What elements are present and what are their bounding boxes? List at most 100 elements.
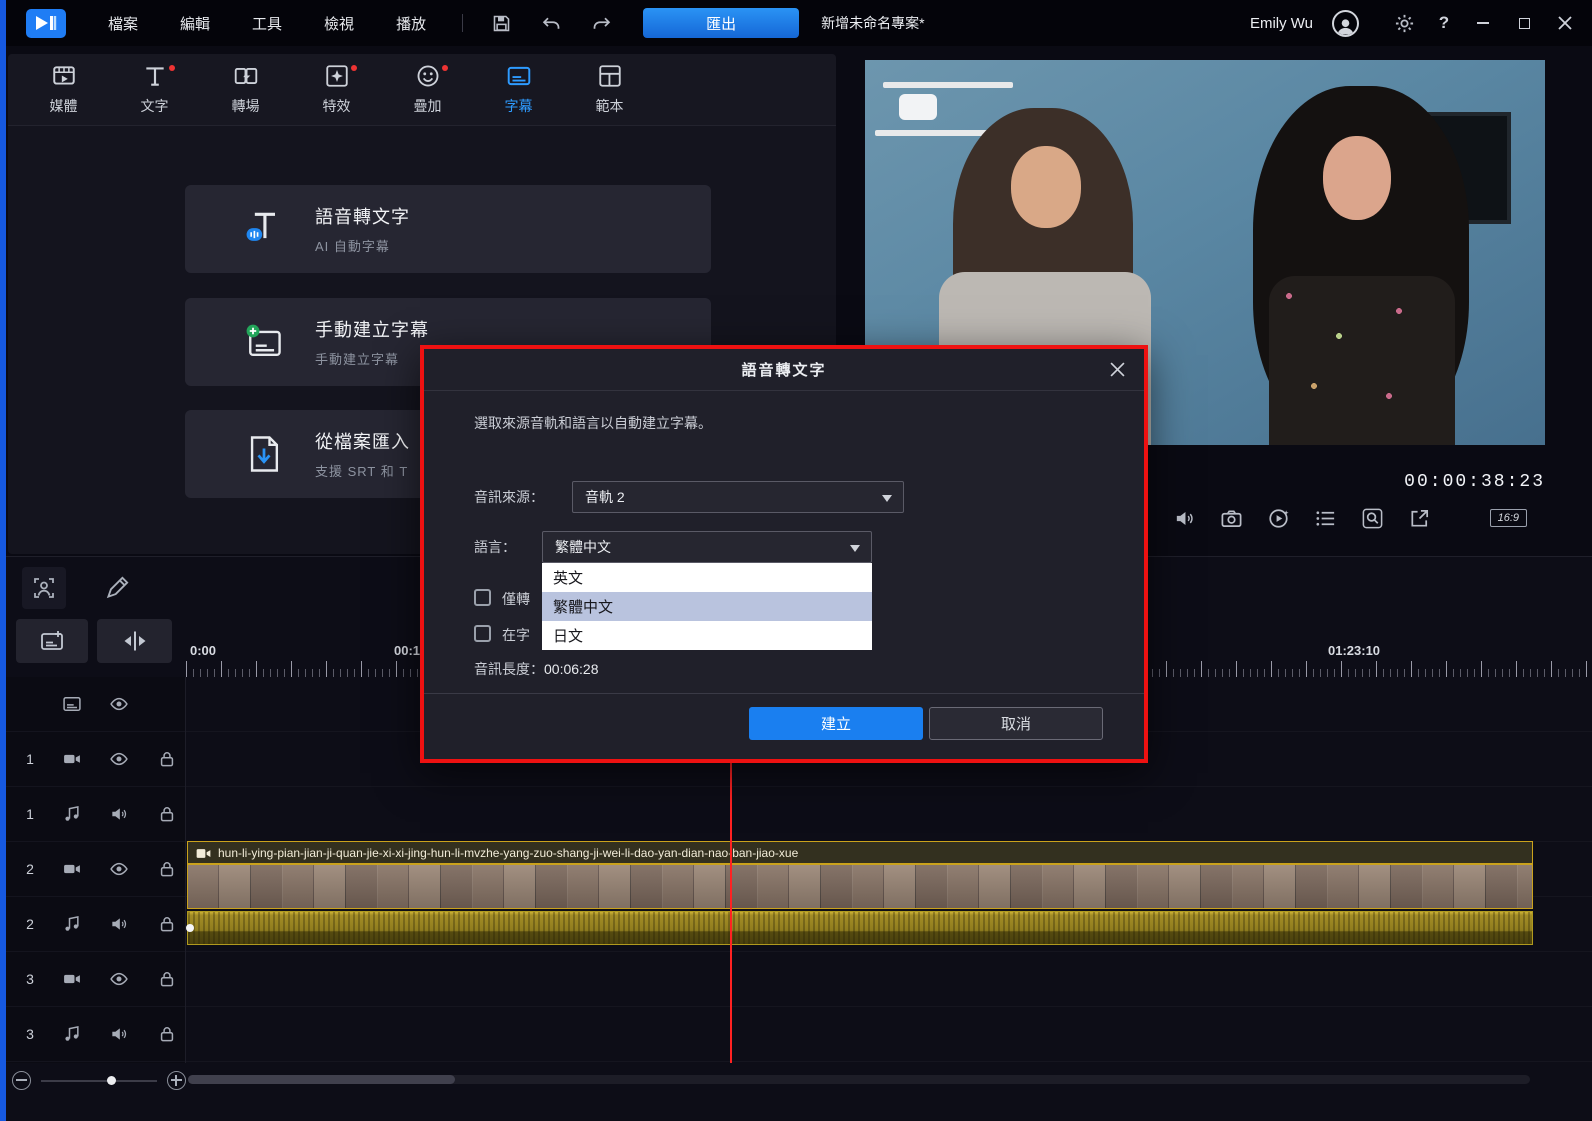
tab-label: 媒體 xyxy=(50,96,78,116)
language-option-traditional-chinese[interactable]: 繁體中文 xyxy=(542,592,872,621)
keyframe-dot[interactable] xyxy=(186,924,194,932)
video-lane-3 xyxy=(186,952,1592,1007)
audio-lane-1 xyxy=(186,787,1592,842)
volume-icon xyxy=(1173,507,1196,530)
checkbox-2[interactable] xyxy=(474,625,491,642)
tab-transitions[interactable]: 轉場 xyxy=(200,54,291,125)
cancel-button[interactable]: 取消 xyxy=(929,707,1103,740)
zoom-slider-knob[interactable] xyxy=(107,1076,116,1085)
menu-play[interactable]: 播放 xyxy=(396,13,426,34)
video-track-header: 1 xyxy=(0,732,185,787)
minimize-button[interactable] xyxy=(1472,12,1494,34)
audio-length-row: 音訊長度：00:06:28 xyxy=(474,659,599,679)
help-button[interactable]: ? xyxy=(1435,11,1453,35)
language-option-japanese[interactable]: 日文 xyxy=(542,621,872,650)
close-button[interactable] xyxy=(1554,12,1576,34)
render-preview-button[interactable] xyxy=(1266,506,1290,530)
tab-text[interactable]: 文字 xyxy=(109,54,200,125)
volume-button[interactable] xyxy=(1172,506,1196,530)
magnifier-icon xyxy=(1361,507,1384,530)
horizontal-scrollbar[interactable] xyxy=(188,1075,1530,1084)
menu-view[interactable]: 檢視 xyxy=(324,13,354,34)
dialog-title: 語音轉文字 xyxy=(741,359,826,380)
avatar[interactable] xyxy=(1332,10,1359,37)
audio-source-dropdown[interactable]: 音軌 2 xyxy=(572,481,904,513)
audio-lane-3 xyxy=(186,1007,1592,1062)
timeline-zoom-control xyxy=(12,1071,186,1090)
redo-button[interactable] xyxy=(589,11,613,35)
language-dropdown[interactable]: 繁體中文 xyxy=(542,531,872,563)
preview-zoom-button[interactable] xyxy=(1360,506,1384,530)
mute-track-button[interactable] xyxy=(108,913,130,935)
checkbox-1[interactable] xyxy=(474,589,491,606)
toggle-visibility-button[interactable] xyxy=(108,748,130,770)
scrollbar-thumb[interactable] xyxy=(188,1075,455,1084)
lock-track-button[interactable] xyxy=(156,748,178,770)
scene-prop xyxy=(899,94,937,120)
toggle-visibility-button[interactable] xyxy=(108,693,130,715)
lock-track-button[interactable] xyxy=(156,1023,178,1045)
export-button[interactable]: 匯出 xyxy=(643,8,799,38)
tab-overlays[interactable]: 疊加 xyxy=(382,54,473,125)
video-track-icon xyxy=(62,859,82,879)
timeline-clip[interactable]: hun-li-ying-pian-jian-ji-quan-jie-xi-xi-… xyxy=(188,842,1532,944)
pen-tool-button[interactable] xyxy=(95,567,139,609)
mute-track-button[interactable] xyxy=(108,803,130,825)
clip-video-icon xyxy=(196,847,211,860)
zoom-in-button[interactable] xyxy=(167,1071,186,1090)
chapter-list-button[interactable] xyxy=(1313,506,1337,530)
dialog-description: 選取來源音軌和語言以自動建立字幕。 xyxy=(474,413,712,433)
audio-length-value: 00:06:28 xyxy=(544,661,599,677)
tab-media[interactable]: 媒體 xyxy=(18,54,109,125)
audio-source-label: 音訊來源： xyxy=(474,481,544,513)
tab-label: 轉場 xyxy=(232,96,260,116)
zoom-slider[interactable] xyxy=(41,1080,157,1082)
preview-timecode: 00:00:38:23 xyxy=(1404,472,1545,492)
create-button[interactable]: 建立 xyxy=(749,707,923,740)
speech-to-text-option[interactable]: 語音轉文字 AI 自動字幕 xyxy=(185,185,711,273)
clip-audio-waveform xyxy=(188,912,1532,944)
add-subtitle-track-button[interactable] xyxy=(16,619,88,663)
effects-icon xyxy=(324,63,350,89)
language-option-english[interactable]: 英文 xyxy=(542,563,872,592)
lock-track-button[interactable] xyxy=(156,968,178,990)
project-title: 新增未命名專案* xyxy=(821,13,924,33)
template-icon xyxy=(597,63,623,89)
option-title: 語音轉文字 xyxy=(315,203,410,229)
zoom-out-button[interactable] xyxy=(12,1071,31,1090)
track-header-column: 1 1 2 2 xyxy=(0,677,186,1063)
tab-templates[interactable]: 範本 xyxy=(564,54,655,125)
mask-designer-button[interactable] xyxy=(22,567,66,609)
option-subtitle: AI 自動字幕 xyxy=(315,236,410,255)
chevron-down-icon xyxy=(850,545,860,552)
lock-track-button[interactable] xyxy=(156,913,178,935)
video-track-icon xyxy=(62,749,82,769)
toggle-visibility-button[interactable] xyxy=(108,858,130,880)
tab-effects[interactable]: 特效 xyxy=(291,54,382,125)
camera-icon xyxy=(1220,507,1243,530)
clip-name-bar: hun-li-ying-pian-jian-ji-quan-jie-xi-xi-… xyxy=(188,842,1532,864)
undo-button[interactable] xyxy=(539,11,563,35)
lock-track-button[interactable] xyxy=(156,858,178,880)
dialog-close-button[interactable] xyxy=(1110,359,1130,379)
toggle-visibility-button[interactable] xyxy=(108,968,130,990)
lock-track-button[interactable] xyxy=(156,803,178,825)
toolbar-divider xyxy=(462,14,463,32)
settings-button[interactable] xyxy=(1392,11,1416,35)
mute-track-button[interactable] xyxy=(108,1023,130,1045)
menu-tools[interactable]: 工具 xyxy=(252,13,282,34)
snapshot-button[interactable] xyxy=(1219,506,1243,530)
person-left-face xyxy=(1011,146,1081,228)
new-badge xyxy=(351,65,357,71)
detach-preview-button[interactable] xyxy=(1407,506,1431,530)
aspect-ratio-badge[interactable]: 16:9 xyxy=(1490,509,1527,527)
scene-shelf xyxy=(883,82,1013,88)
menu-file[interactable]: 檔案 xyxy=(108,13,138,34)
user-icon xyxy=(1336,17,1355,35)
tab-subtitles[interactable]: 字幕 xyxy=(473,54,564,125)
split-clip-button[interactable] xyxy=(97,619,172,663)
save-button[interactable] xyxy=(489,11,513,35)
minimize-icon xyxy=(1477,22,1489,24)
maximize-button[interactable] xyxy=(1513,12,1535,34)
menu-edit[interactable]: 編輯 xyxy=(180,13,210,34)
